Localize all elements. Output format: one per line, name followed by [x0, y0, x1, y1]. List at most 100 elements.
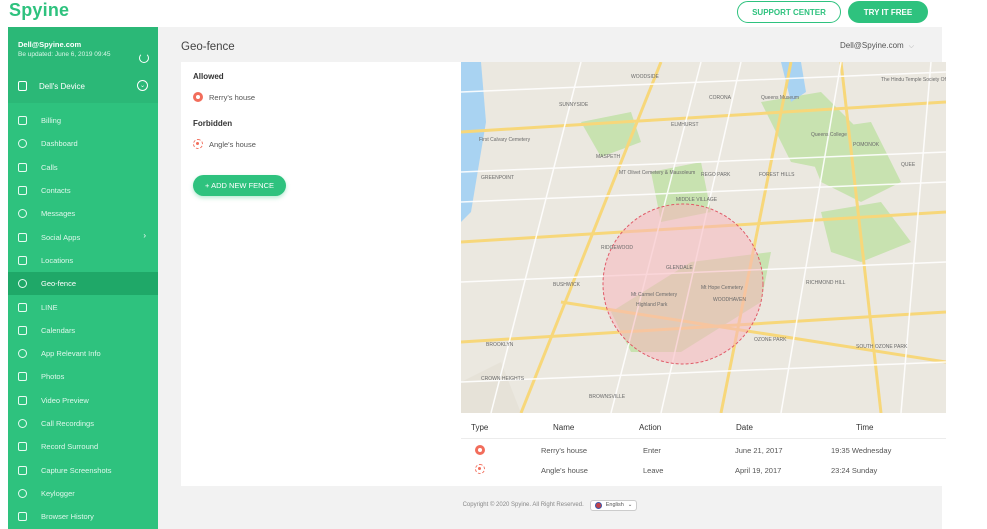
- allowed-fence-item[interactable]: Rerry's house: [193, 92, 255, 102]
- copyright-text: Copyright © 2020 Spyine. All Right Reser…: [462, 502, 584, 508]
- add-new-fence-button[interactable]: + ADD NEW FENCE: [193, 175, 286, 196]
- sidebar-item-dashboard[interactable]: Dashboard: [8, 132, 158, 155]
- map-label: OZONE PARK: [754, 337, 787, 343]
- geofence-panel: Allowed Rerry's house Forbidden Angle's …: [181, 62, 946, 486]
- chevron-right-icon: ›: [143, 231, 146, 241]
- line-icon: [18, 302, 27, 312]
- row-date: June 21, 2017: [735, 446, 783, 455]
- footer: Copyright © 2020 Spyine. All Right Reser…: [158, 497, 942, 513]
- sidebar-item-label: Locations: [41, 255, 74, 265]
- col-date: Date: [736, 423, 753, 432]
- map-label: MT Olivet Cemetery & Mausoleum: [619, 170, 696, 176]
- location-icon: [18, 255, 27, 265]
- allowed-pin-icon: [193, 92, 203, 102]
- microphone-icon: [18, 419, 27, 428]
- sidebar-item-calls[interactable]: Calls: [8, 156, 158, 179]
- main-content: Geo-fence Dell@Spyine.com ⌵ Allowed Rerry…: [158, 27, 946, 529]
- sidebar-item-label: Geo-fence: [41, 279, 77, 289]
- sidebar-item-browser-history[interactable]: Browser History: [8, 505, 158, 528]
- sidebar-item-label: Photos: [41, 372, 65, 382]
- row-time: 19:35 Wednesday: [831, 446, 892, 455]
- sidebar-item-geo-fence[interactable]: Geo-fence: [8, 272, 158, 296]
- row-date: April 19, 2017: [735, 466, 782, 475]
- map-label: MASPETH: [596, 154, 621, 160]
- divider: [461, 438, 946, 439]
- map-label: First Calvary Cemetery: [479, 137, 531, 143]
- sidebar-item-billing[interactable]: Billing: [8, 109, 158, 132]
- map-label: RICHMOND HILL: [806, 280, 846, 286]
- sidebar: Dell@Spyine.com Be updated: June 6, 2019…: [8, 27, 158, 529]
- record-icon: [18, 442, 27, 452]
- map-label: CORONA: [709, 95, 731, 101]
- user-menu[interactable]: Dell@Spyine.com ⌵: [840, 41, 914, 51]
- sidebar-item-line[interactable]: LINE: [8, 295, 158, 318]
- sidebar-item-label: Browser History: [41, 512, 94, 522]
- map-label: QUEE: [901, 162, 916, 168]
- chevron-down-icon[interactable]: ⌄: [137, 80, 148, 91]
- billing-icon: [18, 116, 27, 126]
- sidebar-item-label: Video Preview: [41, 395, 89, 405]
- sidebar-item-label: Calls: [41, 162, 58, 172]
- photo-icon: [18, 372, 27, 382]
- user-email: Dell@Spyine.com: [840, 41, 904, 50]
- phone-device-icon: [18, 81, 27, 91]
- us-flag-icon: [594, 501, 602, 509]
- calendar-icon: [18, 325, 27, 335]
- chevron-down-icon: ⌵: [908, 43, 915, 50]
- sidebar-item-label: LINE: [41, 302, 58, 312]
- sidebar-item-messages[interactable]: Messages: [8, 202, 158, 225]
- sidebar-item-capture-screenshots[interactable]: Capture Screenshots: [8, 458, 158, 481]
- geofence-icon: [18, 279, 27, 289]
- row-name: Angle's house: [541, 466, 588, 475]
- sidebar-item-record-surround[interactable]: Record Surround: [8, 435, 158, 458]
- device-selector[interactable]: Dell's Device: [18, 77, 85, 95]
- sidebar-item-label: Social Apps: [41, 232, 81, 242]
- map-label: Mt Carmel Cemetery: [631, 292, 678, 298]
- sidebar-item-locations[interactable]: Locations: [8, 249, 158, 272]
- col-type: Type: [471, 423, 489, 432]
- support-center-button[interactable]: SUPPORT CENTER: [737, 1, 841, 23]
- forbidden-fence-item[interactable]: Angle's house: [193, 139, 256, 149]
- map-label: Queens College: [811, 132, 847, 138]
- chevron-down-icon: ⌄: [627, 502, 633, 508]
- spyine-logo[interactable]: Spyine: [9, 0, 69, 21]
- sidebar-item-label: Record Surround: [41, 442, 99, 452]
- browser-icon: [18, 512, 27, 522]
- sidebar-item-photos[interactable]: Photos: [8, 365, 158, 388]
- map-label: FOREST HILLS: [759, 172, 795, 178]
- last-updated-text: Be updated: June 6, 2019 09:45: [18, 51, 111, 58]
- sidebar-item-video-preview[interactable]: Video Preview: [8, 389, 158, 412]
- map-view[interactable]: WOODSIDE SUNNYSIDE CORONA Queens Museum ELMH…: [461, 62, 946, 413]
- sidebar-item-app-relevant-info[interactable]: App Relevant Info: [8, 342, 158, 365]
- allowed-title: Allowed: [193, 72, 224, 81]
- refresh-icon[interactable]: [139, 53, 149, 63]
- map-label: MIDDLE VILLAGE: [676, 197, 718, 203]
- row-action: Enter: [643, 446, 661, 455]
- map-label: BUSHWICK: [553, 282, 580, 288]
- sidebar-item-label: Billing: [41, 116, 62, 126]
- map-canvas: [461, 62, 946, 413]
- col-action: Action: [639, 423, 662, 432]
- language-select[interactable]: English ⌄: [589, 499, 638, 511]
- contacts-icon: [18, 186, 27, 196]
- fence-list: Allowed Rerry's house Forbidden Angle's …: [181, 62, 461, 486]
- device-name: Dell's Device: [39, 81, 85, 91]
- sidebar-item-social-apps[interactable]: Social Apps ›: [8, 225, 158, 248]
- sidebar-item-calendars[interactable]: Calendars: [8, 319, 158, 342]
- try-it-free-button[interactable]: TRY IT FREE: [848, 1, 928, 23]
- col-time: Time: [856, 423, 874, 432]
- row-name: Rerry's house: [541, 446, 588, 455]
- map-label: CROWN HEIGHTS: [481, 376, 525, 382]
- sidebar-item-label: Dashboard: [41, 139, 78, 149]
- row-action: Leave: [643, 466, 664, 475]
- sidebar-item-label: App Relevant Info: [41, 349, 101, 359]
- map-label: The Hindu Temple Society Of...: [881, 77, 946, 83]
- apps-icon: [18, 349, 27, 359]
- map-label: GLENDALE: [666, 265, 693, 271]
- sidebar-item-contacts[interactable]: Contacts: [8, 179, 158, 202]
- forbidden-pin-icon: [193, 139, 203, 149]
- sidebar-item-call-recordings[interactable]: Call Recordings: [8, 412, 158, 435]
- map-label: POMONOK: [853, 142, 880, 148]
- map-label: BROWNSVILLE: [589, 394, 626, 400]
- sidebar-item-keylogger[interactable]: Keylogger: [8, 482, 158, 505]
